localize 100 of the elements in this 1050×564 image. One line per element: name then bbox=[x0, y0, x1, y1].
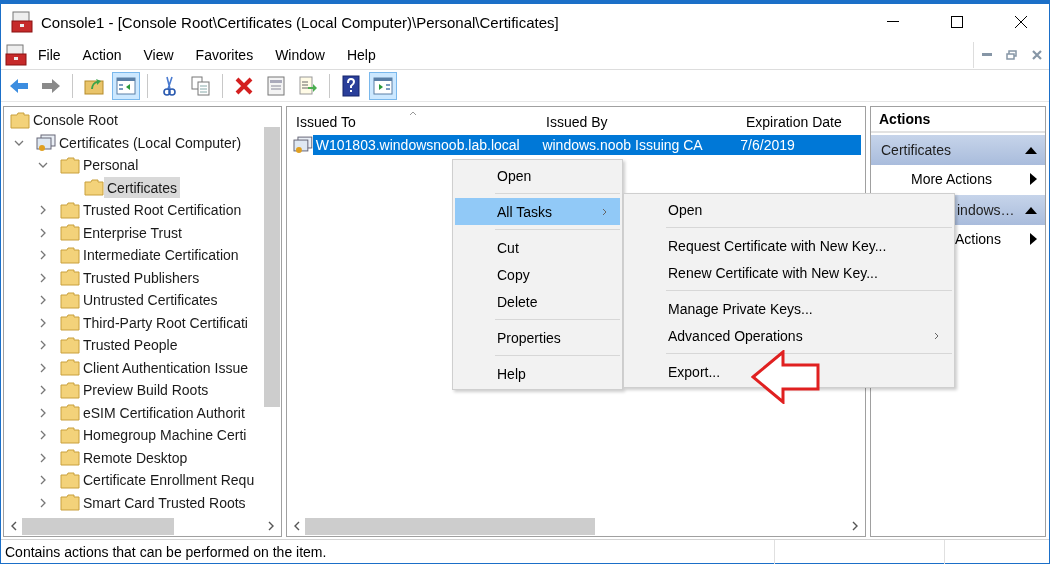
toolbox-icon bbox=[11, 11, 33, 33]
folder-icon bbox=[60, 381, 80, 399]
menu-bar-item[interactable]: Window bbox=[264, 46, 336, 63]
folder-icon bbox=[60, 291, 80, 309]
menu-item[interactable]: Request Certificate with New Key... bbox=[626, 232, 952, 259]
menu-item[interactable]: Cut bbox=[455, 234, 620, 261]
close-icon bbox=[1031, 49, 1042, 60]
column-header[interactable]: Issued By bbox=[537, 114, 737, 130]
folder-icon bbox=[10, 111, 30, 129]
tree-item[interactable]: Trusted People bbox=[80, 334, 181, 356]
expand-chevron-icon[interactable] bbox=[38, 452, 48, 463]
menu-item[interactable]: Delete bbox=[455, 288, 620, 315]
console-tree-icon bbox=[116, 76, 136, 95]
folder-icon bbox=[60, 404, 80, 422]
expand-chevron-icon[interactable] bbox=[38, 227, 48, 238]
expand-chevron-icon[interactable] bbox=[38, 272, 48, 283]
tree-item[interactable]: Certificates (Local Computer) bbox=[56, 132, 245, 154]
expand-triangle-icon bbox=[1030, 173, 1037, 185]
folder-icon bbox=[60, 269, 80, 287]
folder-icon bbox=[84, 179, 104, 197]
scroll-left-icon[interactable] bbox=[10, 521, 18, 531]
properties-icon bbox=[266, 75, 286, 96]
menu-bar-item[interactable]: File bbox=[27, 46, 72, 63]
folder-icon bbox=[60, 224, 80, 242]
menu-item[interactable]: Export... bbox=[626, 358, 952, 385]
copy-icon bbox=[191, 75, 211, 96]
menu-bar-item[interactable]: View bbox=[132, 46, 185, 63]
tree-item[interactable]: Certificates bbox=[104, 177, 181, 199]
folder-icon bbox=[60, 246, 80, 264]
menu-item[interactable]: Manage Private Keys... bbox=[626, 295, 952, 322]
tree-item[interactable]: Homegroup Machine Certi bbox=[80, 424, 250, 446]
folder-icon bbox=[60, 426, 80, 444]
expand-chevron-icon[interactable] bbox=[38, 250, 48, 261]
scroll-left-icon[interactable] bbox=[293, 521, 301, 531]
menu-bar-item[interactable]: Favorites bbox=[184, 46, 265, 63]
scroll-right-icon[interactable] bbox=[267, 521, 275, 531]
window-title: Console1 - [Console Root\Certificates (Local Computer)\Personal\Certificates] bbox=[41, 13, 560, 31]
menu-item[interactable]: Open bbox=[455, 162, 620, 189]
action-link[interactable]: More Actions bbox=[911, 171, 992, 187]
expand-chevron-icon[interactable] bbox=[38, 295, 48, 306]
menu-item[interactable]: Help bbox=[455, 360, 620, 387]
actions-title: Actions bbox=[871, 107, 1045, 133]
expand-chevron-icon[interactable] bbox=[38, 407, 48, 418]
column-header[interactable]: Issued To bbox=[287, 114, 537, 130]
expand-chevron-icon[interactable] bbox=[38, 317, 48, 328]
tree-item[interactable]: Personal bbox=[80, 154, 142, 176]
delete-x-icon bbox=[234, 75, 254, 96]
status-text: Contains actions that can be performed on the item. bbox=[5, 543, 327, 560]
restore-icon bbox=[1006, 49, 1017, 60]
folder-up-icon bbox=[84, 76, 104, 95]
tree-item[interactable]: Untrusted Certificates bbox=[80, 289, 221, 311]
action-pane-icon bbox=[373, 76, 393, 95]
table-cell: W101803.windowsnoob.lab.local bbox=[312, 135, 540, 155]
section-header[interactable]: Certificates bbox=[871, 135, 1045, 165]
folder-icon bbox=[60, 156, 80, 174]
tree-item[interactable]: eSIM Certification Authorit bbox=[80, 402, 248, 424]
folder-icon bbox=[60, 471, 80, 489]
menu-item[interactable]: Advanced Operations bbox=[626, 322, 952, 349]
tree-item[interactable]: Third-Party Root Certificati bbox=[80, 312, 251, 334]
tree-item[interactable]: Enterprise Trust bbox=[80, 222, 185, 244]
folder-icon bbox=[60, 314, 80, 332]
tree-item[interactable]: Intermediate Certification bbox=[80, 244, 242, 266]
expand-chevron-icon[interactable] bbox=[38, 340, 48, 351]
menu-item[interactable]: All Tasks bbox=[455, 198, 620, 225]
expand-chevron-icon[interactable] bbox=[38, 362, 48, 373]
toolbox-icon bbox=[5, 43, 27, 66]
tree-item[interactable]: Client Authentication Issue bbox=[80, 357, 251, 379]
expand-chevron-icon[interactable] bbox=[38, 475, 48, 486]
folder-icon bbox=[60, 449, 80, 467]
maximize-icon bbox=[951, 16, 963, 28]
menu-item[interactable]: Renew Certificate with New Key... bbox=[626, 259, 952, 286]
expand-triangle-icon bbox=[1030, 233, 1037, 245]
menu-item[interactable]: Properties bbox=[455, 324, 620, 351]
expand-chevron-icon[interactable] bbox=[38, 385, 48, 396]
tree-item[interactable]: Trusted Root Certification bbox=[80, 199, 245, 221]
tree-item[interactable]: Remote Desktop bbox=[80, 447, 191, 469]
folder-icon bbox=[60, 201, 80, 219]
minimize-icon bbox=[887, 21, 899, 23]
scroll-right-icon[interactable] bbox=[851, 521, 859, 531]
folder-icon bbox=[60, 494, 80, 512]
certificate-icon bbox=[293, 136, 313, 154]
menu-item[interactable]: Copy bbox=[455, 261, 620, 288]
tree-item[interactable]: Console Root bbox=[30, 109, 121, 131]
menu-bar-item[interactable]: Action bbox=[71, 46, 133, 63]
forward-arrow-icon bbox=[41, 77, 61, 94]
action-link[interactable]: Actions bbox=[955, 231, 1001, 247]
tree-item[interactable]: Trusted Publishers bbox=[80, 267, 203, 289]
column-header[interactable]: Expiration Date bbox=[737, 114, 862, 130]
close-icon bbox=[1015, 16, 1027, 28]
table-cell: windows.noob Issuing CA bbox=[539, 135, 738, 155]
tree-item[interactable]: Preview Build Roots bbox=[80, 379, 212, 401]
tree-item[interactable]: Smart Card Trusted Roots bbox=[80, 492, 249, 514]
scissors-icon bbox=[160, 75, 178, 96]
expand-chevron-icon[interactable] bbox=[38, 205, 48, 216]
expand-chevron-icon[interactable] bbox=[38, 497, 48, 508]
export-list-icon bbox=[298, 75, 318, 96]
menu-bar-item[interactable]: Help bbox=[335, 46, 387, 63]
tree-item[interactable]: Certificate Enrollment Requ bbox=[80, 469, 258, 491]
help-icon bbox=[342, 74, 360, 97]
expand-chevron-icon[interactable] bbox=[38, 430, 48, 441]
